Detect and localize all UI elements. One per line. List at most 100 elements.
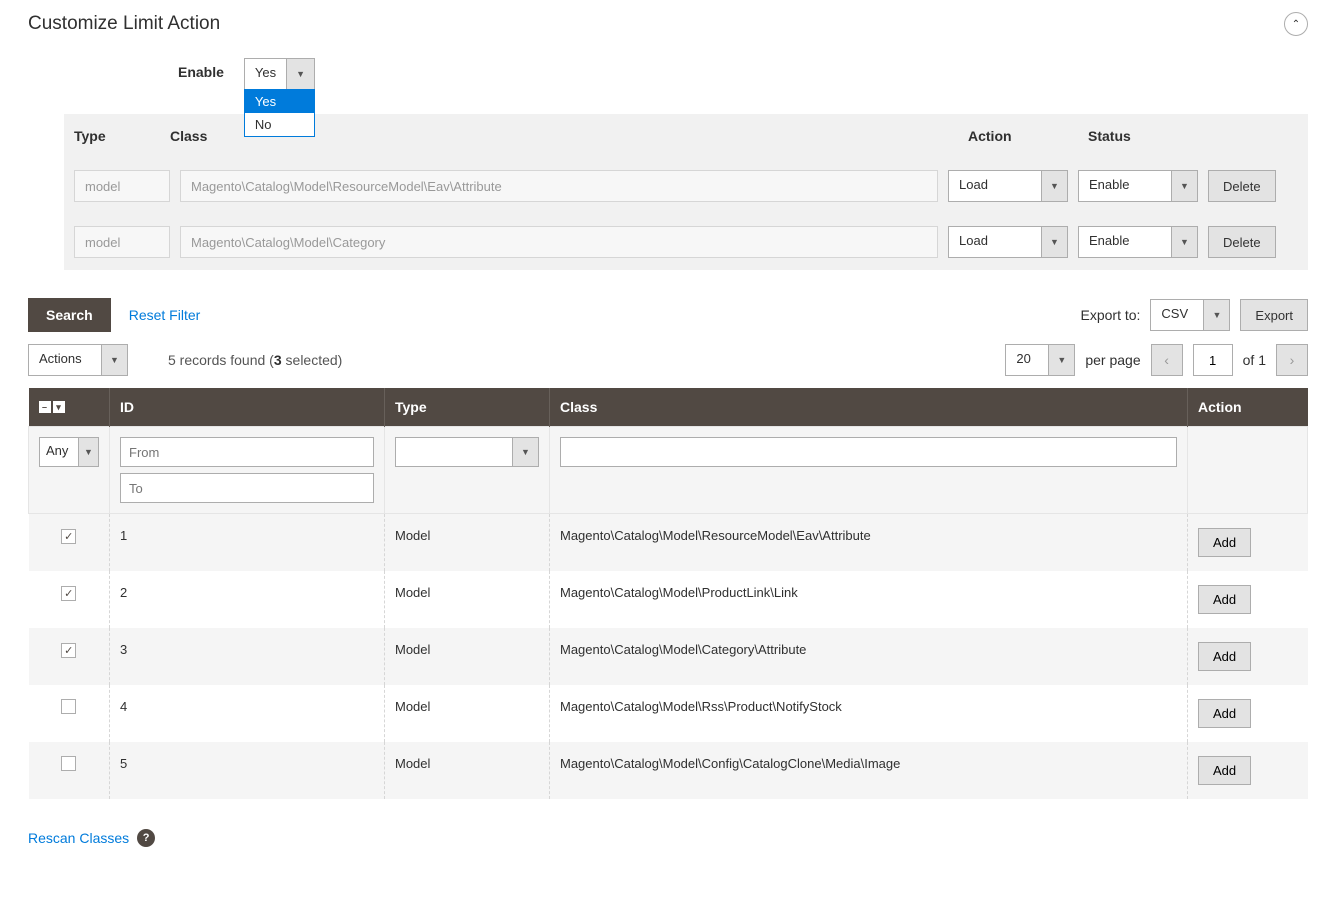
config-action-select[interactable]: Load ▼ — [948, 170, 1068, 202]
chevron-down-icon: ▼ — [1048, 345, 1074, 375]
chevron-right-icon: › — [1290, 352, 1295, 368]
table-row[interactable]: 2ModelMagento\Catalog\Model\ProductLink\… — [29, 571, 1308, 628]
row-type: Model — [385, 514, 550, 572]
row-id: 4 — [110, 685, 385, 742]
row-id: 5 — [110, 742, 385, 799]
records-found-text: 5 records found (3 selected) — [168, 352, 342, 368]
add-button[interactable]: Add — [1198, 585, 1251, 614]
delete-button[interactable]: Delete — [1208, 226, 1276, 258]
grid-header-type[interactable]: Type — [385, 388, 550, 427]
per-page-label: per page — [1085, 352, 1140, 368]
page-size-select[interactable]: 20 ▼ — [1005, 344, 1075, 376]
filter-id-from[interactable] — [120, 437, 374, 467]
enable-select[interactable]: Yes ▼ — [244, 58, 315, 90]
chevron-down-icon: ▼ — [1203, 300, 1229, 330]
add-button[interactable]: Add — [1198, 528, 1251, 557]
chevron-down-icon: ▼ — [1171, 171, 1197, 201]
config-row-class — [180, 226, 938, 258]
grid-header-id[interactable]: ID — [110, 388, 385, 427]
table-row[interactable]: 3ModelMagento\Catalog\Model\Category\Att… — [29, 628, 1308, 685]
section-title: Customize Limit Action — [28, 13, 220, 35]
page-size-value: 20 — [1006, 345, 1048, 375]
enable-option-yes[interactable]: Yes — [245, 90, 314, 113]
export-to-label: Export to: — [1081, 307, 1141, 323]
row-class: Magento\Catalog\Model\Rss\Product\Notify… — [550, 685, 1188, 742]
filter-any-value: Any — [40, 438, 78, 466]
filter-id-to[interactable] — [120, 473, 374, 503]
enable-label: Enable — [178, 64, 224, 80]
row-class: Magento\Catalog\Model\ResourceModel\Eav\… — [550, 514, 1188, 572]
row-checkbox[interactable] — [61, 699, 76, 714]
row-class: Magento\Catalog\Model\Config\CatalogClon… — [550, 742, 1188, 799]
enable-select-value: Yes — [245, 59, 286, 89]
bulk-actions-value: Actions — [29, 345, 101, 375]
config-row-type — [74, 170, 170, 202]
dash-icon: – — [39, 401, 51, 413]
row-id: 2 — [110, 571, 385, 628]
add-button[interactable]: Add — [1198, 642, 1251, 671]
config-status-value: Enable — [1079, 171, 1171, 201]
records-grid: – ▾ ID Type Class Action Any ▼ — [28, 388, 1308, 799]
grid-header-action: Action — [1188, 388, 1308, 427]
config-row-type — [74, 226, 170, 258]
filter-any-select[interactable]: Any ▼ — [39, 437, 99, 467]
row-type: Model — [385, 571, 550, 628]
config-action-value: Load — [949, 227, 1041, 257]
row-class: Magento\Catalog\Model\ProductLink\Link — [550, 571, 1188, 628]
collapse-toggle[interactable]: ⌃ — [1284, 12, 1308, 36]
table-row[interactable]: 5ModelMagento\Catalog\Model\Config\Catal… — [29, 742, 1308, 799]
row-checkbox[interactable] — [61, 586, 76, 601]
config-row-class — [180, 170, 938, 202]
config-header-action: Action — [968, 128, 1088, 144]
filter-type-select[interactable]: ▼ — [395, 437, 539, 467]
prev-page-button[interactable]: ‹ — [1151, 344, 1183, 376]
table-row[interactable]: 4ModelMagento\Catalog\Model\Rss\Product\… — [29, 685, 1308, 742]
export-button[interactable]: Export — [1240, 299, 1308, 331]
config-status-select[interactable]: Enable ▼ — [1078, 226, 1198, 258]
row-type: Model — [385, 742, 550, 799]
next-page-button[interactable]: › — [1276, 344, 1308, 376]
search-button[interactable]: Search — [28, 298, 111, 332]
chevron-down-icon: ▼ — [512, 438, 538, 466]
add-button[interactable]: Add — [1198, 756, 1251, 785]
chevron-down-icon: ▼ — [1041, 171, 1067, 201]
delete-button[interactable]: Delete — [1208, 170, 1276, 202]
rescan-classes-link[interactable]: Rescan Classes — [28, 830, 129, 846]
row-type: Model — [385, 685, 550, 742]
config-header-status: Status — [1088, 128, 1208, 144]
chevron-down-icon: ▾ — [53, 401, 65, 413]
row-id: 3 — [110, 628, 385, 685]
chevron-left-icon: ‹ — [1164, 352, 1169, 368]
grid-header-class[interactable]: Class — [550, 388, 1188, 427]
chevron-down-icon: ▼ — [1171, 227, 1197, 257]
reset-filter-link[interactable]: Reset Filter — [129, 307, 201, 323]
config-status-value: Enable — [1079, 227, 1171, 257]
page-of-label: of 1 — [1243, 352, 1266, 368]
row-checkbox[interactable] — [61, 643, 76, 658]
export-format-select[interactable]: CSV ▼ — [1150, 299, 1230, 331]
export-format-value: CSV — [1151, 300, 1203, 330]
select-all-toggle[interactable]: – ▾ — [39, 401, 100, 413]
chevron-down-icon: ▼ — [101, 345, 127, 375]
enable-option-no[interactable]: No — [245, 113, 314, 136]
chevron-down-icon: ▼ — [78, 438, 98, 466]
config-header-type: Type — [74, 128, 170, 144]
config-status-select[interactable]: Enable ▼ — [1078, 170, 1198, 202]
page-number-input[interactable] — [1193, 344, 1233, 376]
row-class: Magento\Catalog\Model\Category\Attribute — [550, 628, 1188, 685]
add-button[interactable]: Add — [1198, 699, 1251, 728]
chevron-up-icon: ⌃ — [1292, 19, 1300, 30]
row-checkbox[interactable] — [61, 529, 76, 544]
chevron-down-icon: ▼ — [286, 59, 314, 89]
bulk-actions-select[interactable]: Actions ▼ — [28, 344, 128, 376]
help-icon[interactable]: ? — [137, 829, 155, 847]
row-type: Model — [385, 628, 550, 685]
enable-dropdown-list: Yes No — [244, 89, 315, 137]
row-checkbox[interactable] — [61, 756, 76, 771]
row-id: 1 — [110, 514, 385, 572]
table-row[interactable]: 1ModelMagento\Catalog\Model\ResourceMode… — [29, 514, 1308, 572]
filter-class-input[interactable] — [560, 437, 1177, 467]
config-action-value: Load — [949, 171, 1041, 201]
chevron-down-icon: ▼ — [1041, 227, 1067, 257]
config-action-select[interactable]: Load ▼ — [948, 226, 1068, 258]
